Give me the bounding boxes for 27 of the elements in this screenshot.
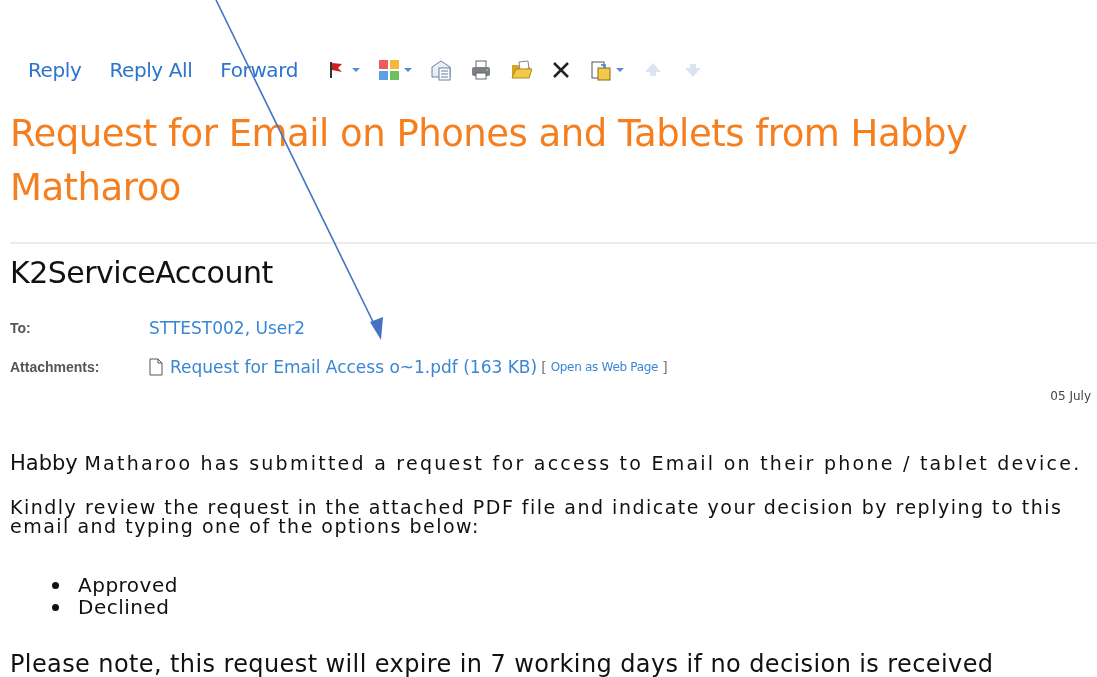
toolbar-link[interactable]: Reply: [28, 58, 82, 82]
body-paragraph: Kindly review the request in the attached PDF file and indicate your decision by replying to this email and typing one of the options below:: [10, 498, 1064, 536]
caret-icon[interactable]: [616, 67, 624, 73]
printer-icon[interactable]: [470, 59, 492, 81]
option-text: Declined: [78, 596, 170, 618]
sent-date: 05 July: [1050, 389, 1091, 403]
attachment-link[interactable]: Request for Email Access o~1.pdf (163 KB): [170, 357, 538, 377]
bracket: ]: [662, 359, 668, 375]
toolbar-link[interactable]: Reply All: [109, 58, 193, 82]
bullet-icon: [52, 581, 59, 589]
body-paragraph: Habby Matharoo has submitted a request for access to Email on their phone / tablet device.: [10, 451, 1083, 475]
open-web-page-link[interactable]: Open as Web Page: [550, 360, 659, 374]
option-text: Approved: [78, 574, 178, 596]
bracket: [: [541, 359, 547, 375]
sender-name: K2ServiceAccount: [10, 255, 274, 290]
envelope-document-icon[interactable]: [430, 59, 452, 81]
recipient-link[interactable]: STTEST002, User2: [149, 318, 305, 338]
paste-icon[interactable]: [590, 59, 612, 81]
document-icon: [149, 358, 163, 376]
caret-icon[interactable]: [404, 67, 412, 73]
caret-icon[interactable]: [352, 67, 360, 73]
color-categories-icon[interactable]: [378, 59, 400, 81]
bullet-icon: [52, 603, 59, 611]
field-label: To:: [10, 320, 32, 336]
folder-icon[interactable]: [510, 59, 532, 81]
field-label: Attachments:: [10, 359, 101, 375]
body-paragraph: Please note, this request will expire in 7 working days if no decision is received: [10, 650, 995, 677]
